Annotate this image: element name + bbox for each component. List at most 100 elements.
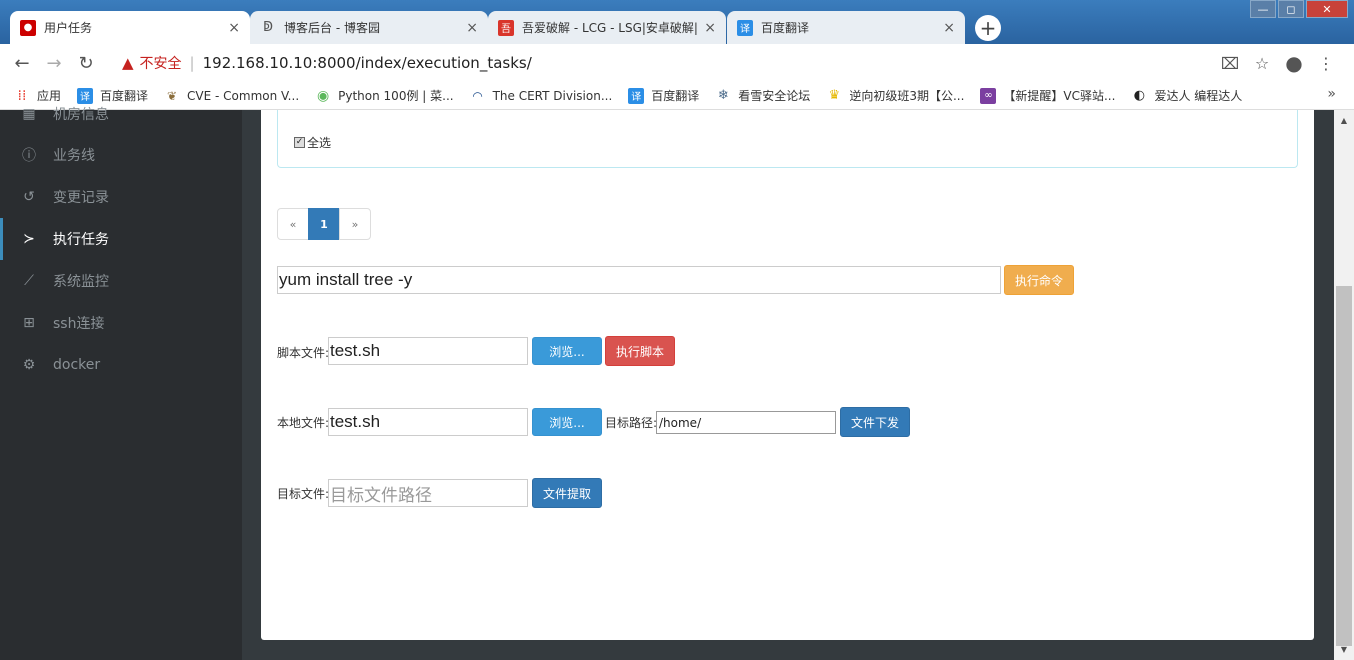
bookmark-label: 爱达人 编程达人 <box>1154 89 1243 103</box>
target-path-label: 目标路径: <box>605 416 658 430</box>
window-close-button[interactable]: ✕ <box>1306 0 1348 18</box>
warning-icon: ▲ <box>122 54 134 72</box>
script-file-field[interactable]: test.sh <box>328 337 528 365</box>
script-browse-button[interactable]: 浏览... <box>532 337 602 365</box>
target-file-label: 目标文件: <box>277 487 330 501</box>
star-icon[interactable]: ☆ <box>1246 54 1278 73</box>
local-file-field[interactable]: test.sh <box>328 408 528 436</box>
minimize-button[interactable]: — <box>1250 0 1276 18</box>
sidebar-item-server-room[interactable]: ▦ 机房信息 <box>0 93 242 135</box>
bookmark-label: 【新提醒】VC驿站... <box>1003 89 1116 103</box>
local-file-label: 本地文件: <box>277 416 330 430</box>
scrollbar-thumb[interactable] <box>1336 286 1352 646</box>
bookmark-label: Python 100例 | 菜... <box>338 89 454 103</box>
local-file-browse-button[interactable]: 浏览... <box>532 408 602 436</box>
pagination-page-1[interactable]: 1 <box>308 208 340 240</box>
baidu-translate-icon: 译 <box>628 87 645 104</box>
tab-cnblogs[interactable]: ↁ 博客后台 - 博客园 × <box>250 11 488 44</box>
tab-title: 吾爱破解 - LCG - LSG|安卓破解| <box>522 21 698 35</box>
cnblogs-icon: ↁ <box>262 20 273 35</box>
bookmark-baidu-translate-2[interactable]: 译 百度翻译 <box>628 87 699 104</box>
cert-icon: ◠ <box>472 88 483 103</box>
sidebar-item-label: ssh连接 <box>53 316 105 332</box>
tab-baidu-translate[interactable]: 译 百度翻译 × <box>727 11 965 44</box>
command-input[interactable]: yum install tree -y <box>277 266 1001 294</box>
bookmark-reverse-class[interactable]: ♛ 逆向初级班3期【公... <box>826 87 964 104</box>
execute-command-button[interactable]: 执行命令 <box>1004 265 1074 295</box>
sidebar-item-label: 机房信息 <box>53 107 109 123</box>
maximize-button[interactable]: ◻ <box>1278 0 1304 18</box>
tab-title: 用户任务 <box>44 21 93 35</box>
line-chart-icon: ⟋ <box>24 273 34 289</box>
new-tab-button[interactable]: + <box>975 15 1001 41</box>
execute-script-button[interactable]: 执行脚本 <box>605 336 675 366</box>
runoob-icon: ◉ <box>317 87 330 104</box>
close-icon[interactable]: × <box>943 20 955 36</box>
close-icon[interactable]: × <box>704 20 716 36</box>
bookmark-aidaren[interactable]: ◐ 爱达人 编程达人 <box>1131 87 1243 104</box>
vs-icon: ∞ <box>980 87 997 104</box>
sidebar-item-label: 变更记录 <box>53 190 109 206</box>
forward-arrow-icon[interactable]: → <box>38 47 70 79</box>
bookmark-label: 百度翻译 <box>651 89 700 103</box>
address-bar[interactable]: ▲ 不安全 | 192.168.10.10:8000/index/executi… <box>122 53 532 73</box>
sidebar-item-label: 业务线 <box>53 148 95 164</box>
checkbox-checked-icon[interactable]: ✓ <box>294 137 305 148</box>
target-path-input[interactable]: /home/ <box>656 411 836 434</box>
sidebar-item-docker[interactable]: ⚙ docker <box>0 344 242 386</box>
baidu-translate-icon: 译 <box>737 19 753 36</box>
bookmark-label: 看雪安全论坛 <box>738 89 811 103</box>
reload-icon[interactable]: ↻ <box>70 47 102 79</box>
bookmark-vc-station[interactable]: ∞ 【新提醒】VC驿站... <box>980 87 1115 104</box>
bookmark-label: The CERT Division... <box>492 88 613 103</box>
history-icon: ↺ <box>23 189 35 205</box>
scroll-down-arrow-icon[interactable]: ▼ <box>1334 641 1354 658</box>
tab-title: 百度翻译 <box>761 21 810 35</box>
bookmark-cert[interactable]: ◠ The CERT Division... <box>470 88 613 104</box>
toolbar-actions: ⌧ ☆ ● ⋮ <box>1214 44 1342 82</box>
pagination-prev[interactable]: « <box>277 208 309 240</box>
sidebar: ▦ 机房信息 ⓘ 业务线 ↺ 变更记录 ≻ 执行任务 ⟋ 系统监控 ⊞ ssh连… <box>0 106 242 660</box>
pagination-next[interactable]: » <box>339 208 371 240</box>
sidebar-item-label: 系统监控 <box>53 274 109 290</box>
scroll-up-arrow-icon[interactable]: ▲ <box>1334 112 1354 129</box>
sidebar-item-monitoring[interactable]: ⟋ 系统监控 <box>0 260 242 302</box>
bookmarks-overflow-icon[interactable]: » <box>1327 86 1336 102</box>
omnibox-divider: | <box>189 54 195 72</box>
info-icon: ⓘ <box>22 148 36 164</box>
pagination: « 1 » <box>277 208 371 240</box>
url-text[interactable]: 192.168.10.10:8000/index/execution_tasks… <box>203 54 532 72</box>
select-all-label: 全选 <box>307 136 332 150</box>
fetch-file-button[interactable]: 文件提取 <box>532 478 602 508</box>
bookmark-kanxue[interactable]: ❄ 看雪安全论坛 <box>715 87 810 104</box>
snowflake-icon: ❄ <box>717 88 729 103</box>
sitemap-icon: ⊞ <box>23 315 35 331</box>
bookmark-python-100[interactable]: ◉ Python 100例 | 菜... <box>315 87 454 104</box>
window-controls: — ◻ ✕ <box>1248 0 1348 18</box>
account-icon[interactable]: ● <box>1278 51 1310 75</box>
terminal-icon: ≻ <box>23 231 35 247</box>
back-arrow-icon[interactable]: ← <box>6 47 38 79</box>
sidebar-item-execute-tasks[interactable]: ≻ 执行任务 <box>0 218 242 260</box>
translate-icon[interactable]: ⌧ <box>1214 54 1246 73</box>
bookmark-label: 逆向初级班3期【公... <box>849 89 965 103</box>
sidebar-item-business-line[interactable]: ⓘ 业务线 <box>0 134 242 176</box>
sidebar-item-change-log[interactable]: ↺ 变更记录 <box>0 176 242 218</box>
close-icon[interactable]: × <box>466 20 478 36</box>
page-scrollbar[interactable]: ▲ ▼ <box>1334 110 1354 660</box>
menu-kebab-icon[interactable]: ⋮ <box>1310 54 1342 73</box>
sidebar-item-ssh[interactable]: ⊞ ssh连接 <box>0 302 242 344</box>
insecure-label: 不安全 <box>139 56 182 72</box>
target-file-path-input[interactable]: 目标文件路径 <box>328 479 528 507</box>
sidebar-item-label: 执行任务 <box>53 232 109 248</box>
trophy-icon: ♛ <box>828 88 841 103</box>
close-icon[interactable]: × <box>228 20 240 36</box>
send-file-button[interactable]: 文件下发 <box>840 407 910 437</box>
tab-user-tasks[interactable]: ● 用户任务 × <box>10 11 250 44</box>
sidebar-item-label: docker <box>53 357 101 373</box>
table-icon: ▦ <box>22 106 36 122</box>
select-all-checkbox[interactable]: ✓ 全选 <box>294 134 331 151</box>
cogs-icon: ⚙ <box>22 357 36 373</box>
tab-52pojie[interactable]: 吾 吾爱破解 - LCG - LSG|安卓破解| × <box>488 11 726 44</box>
redhat-icon: ● <box>20 19 36 36</box>
